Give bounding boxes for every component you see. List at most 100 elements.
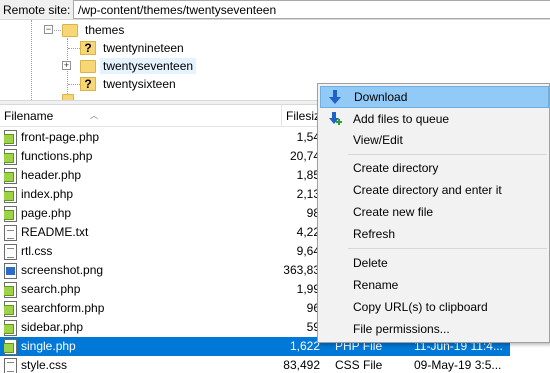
file-name-cell: index.php: [4, 185, 274, 204]
file-name: front-page.php: [21, 130, 100, 144]
css-file-icon: [4, 357, 17, 373]
file-name: README.txt: [21, 225, 89, 239]
php-file-icon: [4, 129, 17, 146]
menu-item-label: Create new file: [353, 205, 434, 219]
menu-item-label: View/Edit: [353, 133, 403, 147]
menu-item-rename[interactable]: Rename: [320, 274, 549, 296]
file-size: 4,22: [296, 225, 320, 239]
file-name-cell: header.php: [4, 166, 274, 185]
context-menu: Download Add files to queue View/Edit Cr…: [317, 83, 550, 343]
menu-item-label: Copy URL(s) to clipboard: [353, 300, 488, 314]
collapse-icon[interactable]: −: [44, 25, 53, 34]
file-size: 1,54: [296, 130, 320, 144]
menu-item-delete[interactable]: Delete: [320, 252, 549, 274]
css-file-icon: [4, 243, 17, 260]
php-file-icon: [4, 205, 17, 222]
file-name: style.css: [21, 358, 68, 372]
remote-site-label: Remote site:: [3, 3, 71, 17]
file-name: single.php: [21, 339, 76, 353]
menu-item-label: Create directory: [353, 161, 439, 175]
php-file-icon: [4, 167, 17, 184]
menu-item-label: Create directory and enter it: [353, 183, 502, 197]
folder-icon: [62, 23, 78, 37]
remote-site-bar: Remote site: /wp-content/themes/twentyse…: [0, 0, 550, 20]
file-name-cell: README.txt: [4, 223, 274, 242]
add-to-queue-icon: [329, 112, 342, 125]
file-name-cell: style.css: [4, 356, 274, 373]
file-name: searchform.php: [21, 301, 105, 315]
tree-connector: [68, 48, 80, 49]
menu-item-label: Refresh: [353, 227, 396, 241]
file-name: page.php: [21, 206, 72, 220]
file-type: CSS File: [335, 358, 383, 372]
menu-item-add-to-queue[interactable]: Add files to queue: [320, 108, 549, 130]
tree-item-label: twentysixteen: [103, 77, 176, 91]
tree-connector: [68, 84, 80, 85]
file-size: 83,492: [283, 358, 320, 372]
php-file-icon: [4, 186, 17, 203]
file-size: 98: [306, 206, 320, 220]
tree-guide-line: [31, 20, 32, 100]
menu-item-label: Add files to queue: [353, 112, 450, 126]
file-size: 1,622: [289, 339, 320, 353]
tree-item-themes[interactable]: themes: [62, 21, 127, 39]
file-size: 363,83: [283, 263, 320, 277]
file-name: header.php: [21, 168, 82, 182]
folder-icon: [80, 59, 96, 73]
tree-item-twentynineteen[interactable]: ? twentynineteen: [80, 39, 187, 57]
menu-item-create-directory-enter[interactable]: Create directory and enter it: [320, 179, 549, 201]
txt-file-icon: [4, 224, 17, 241]
download-icon: [329, 90, 341, 104]
column-header-label: Filesiz: [286, 109, 321, 123]
file-name-cell: front-page.php: [4, 128, 274, 147]
file-name: screenshot.png: [21, 263, 104, 277]
file-name-cell: searchform.php: [4, 299, 274, 318]
menu-item-file-permissions[interactable]: File permissions...: [320, 318, 549, 340]
php-file-icon: [4, 281, 17, 298]
menu-item-copy-url[interactable]: Copy URL(s) to clipboard: [320, 296, 549, 318]
file-name: sidebar.php: [21, 320, 84, 334]
unknown-folder-icon: ?: [80, 41, 96, 55]
file-row[interactable]: style.css 83,492 CSS File 09-May-19 3:5...: [0, 356, 510, 373]
menu-item-create-new-file[interactable]: Create new file: [320, 201, 549, 223]
file-name-cell: sidebar.php: [4, 318, 274, 337]
file-size: 1,99: [296, 282, 320, 296]
php-file-icon: [4, 148, 17, 165]
menu-item-label: Delete: [353, 256, 388, 270]
file-name: functions.php: [21, 149, 93, 163]
menu-item-download[interactable]: Download: [320, 86, 549, 108]
php-file-icon: [4, 319, 17, 336]
file-size: 1,85: [296, 168, 320, 182]
tree-item-label: twentyseventeen: [100, 58, 197, 74]
menu-item-create-directory[interactable]: Create directory: [320, 157, 549, 179]
php-file-icon: [4, 300, 17, 317]
menu-item-refresh[interactable]: Refresh: [320, 223, 549, 245]
menu-separator: [348, 248, 547, 249]
file-name-cell: screenshot.png: [4, 261, 274, 280]
tree-item-twentyseventeen[interactable]: twentyseventeen: [80, 57, 197, 75]
file-size: 9,64: [296, 244, 320, 258]
tree-item-twentysixteen[interactable]: ? twentysixteen: [80, 75, 179, 93]
file-size: 2,13: [296, 187, 320, 201]
file-size: 20,74: [289, 149, 320, 163]
remote-path-input[interactable]: /wp-content/themes/twentyseventeen: [73, 0, 550, 19]
file-name-cell: functions.php: [4, 147, 274, 166]
sort-ascending-icon: ︿: [90, 111, 98, 120]
file-name-cell: page.php: [4, 204, 274, 223]
unknown-folder-icon: ?: [80, 77, 96, 91]
menu-item-label: Rename: [353, 278, 399, 292]
php-file-icon: [4, 338, 17, 355]
file-name-cell: search.php: [4, 280, 274, 299]
menu-item-label: Download: [354, 90, 408, 104]
tree-item-label: themes: [85, 23, 125, 37]
file-name: index.php: [21, 187, 74, 201]
tree-connector: [54, 30, 61, 31]
file-name-cell: single.php: [4, 337, 274, 356]
file-size: 59: [306, 320, 320, 334]
tree-item-label: twentynineteen: [103, 41, 184, 55]
column-header-filename[interactable]: Filename ︿: [0, 105, 282, 127]
menu-separator: [348, 154, 547, 155]
menu-item-view-edit[interactable]: View/Edit: [320, 129, 549, 151]
file-size: 96: [306, 301, 320, 315]
expand-icon[interactable]: +: [62, 61, 71, 70]
